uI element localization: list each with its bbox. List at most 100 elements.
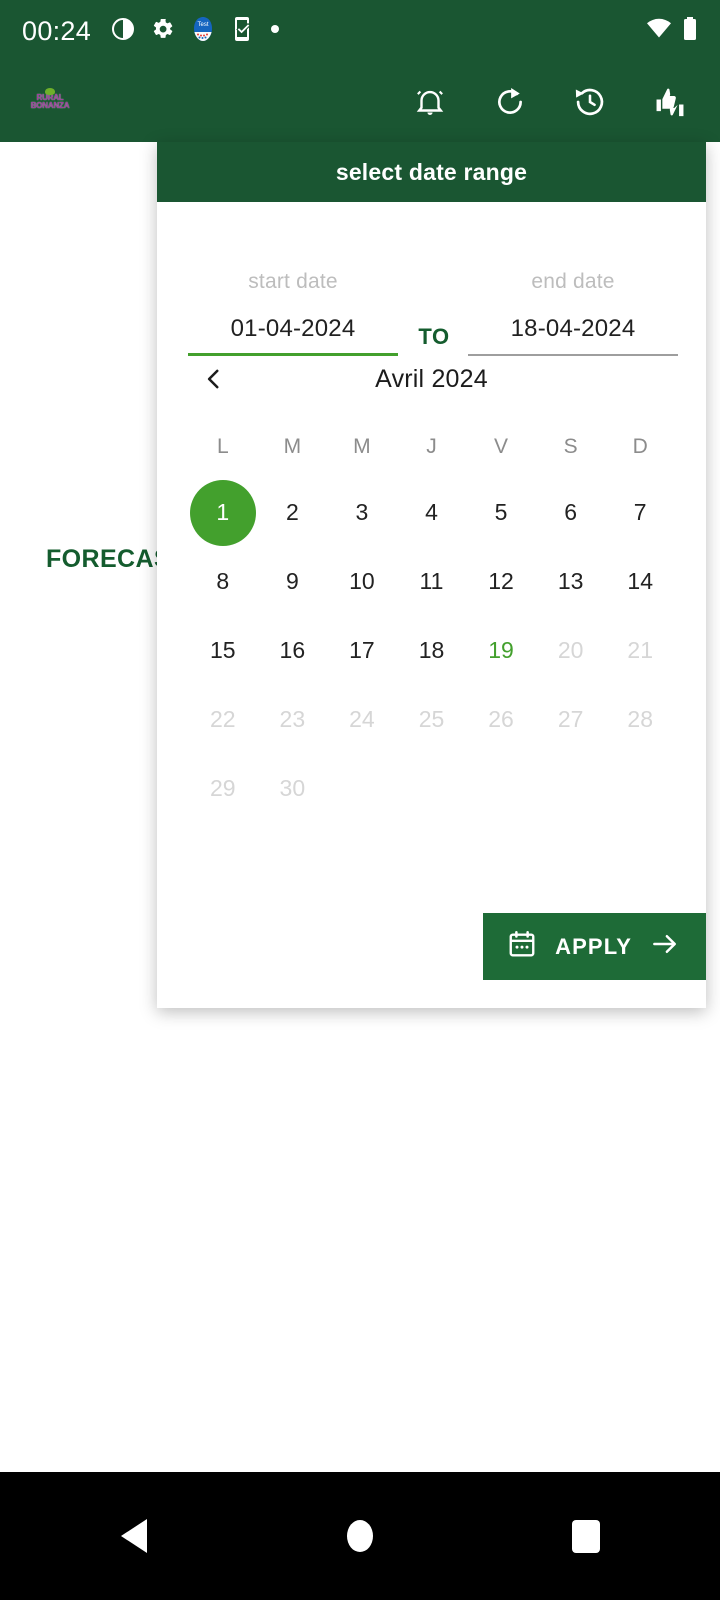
- calendar-day-number: 22: [209, 706, 236, 732]
- calendar-day-number: 15: [209, 637, 236, 663]
- forecast-section-title: FORECAS: [46, 545, 172, 573]
- calendar-day-11[interactable]: 11: [397, 547, 467, 616]
- weekday-label: S: [563, 435, 578, 458]
- end-date-label: end date: [531, 270, 615, 293]
- status-bar: 00:24 Test: [0, 0, 720, 62]
- calendar-icon: [507, 929, 537, 964]
- calendar-day-9[interactable]: 9: [258, 547, 328, 616]
- calendar-day-number: 6: [564, 499, 578, 525]
- calendar-day-number: 20: [557, 637, 584, 663]
- calendar-day-number: 27: [557, 706, 584, 732]
- calendar-day-number: 21: [627, 637, 653, 663]
- phone-check-icon: [231, 16, 253, 47]
- weekday-label: M: [353, 435, 371, 458]
- calendar-day-26: 26: [466, 685, 536, 754]
- notifications-icon[interactable]: [410, 82, 450, 122]
- calendar-weekday-row: LMMJVSD: [188, 416, 675, 478]
- calendar-day-29: 29: [188, 754, 258, 823]
- gear-icon: [151, 17, 175, 46]
- calendar-day-28: 28: [605, 685, 675, 754]
- nav-recents-button[interactable]: [558, 1508, 614, 1564]
- calendar-day-number: 28: [627, 706, 653, 732]
- calendar-day-12[interactable]: 12: [466, 547, 536, 616]
- dialog-header: select date range: [157, 142, 706, 202]
- calendar-day-number: 24: [349, 706, 375, 732]
- status-system-icons: [646, 16, 698, 47]
- calendar-day-17[interactable]: 17: [327, 616, 397, 685]
- calendar-day-number: 29: [209, 775, 236, 801]
- contrast-circle-icon: [111, 17, 135, 46]
- calendar-day-19[interactable]: 19: [466, 616, 536, 685]
- calendar-day-15[interactable]: 15: [188, 616, 258, 685]
- calendar-day-30: 30: [258, 754, 328, 823]
- calendar-header: Avril 2024: [188, 342, 675, 416]
- calendar-day-18[interactable]: 18: [397, 616, 467, 685]
- calendar-day-20: 20: [536, 616, 606, 685]
- date-range-fields: start date 01-04-2024 TO end date 18-04-…: [157, 202, 706, 356]
- nav-back-button[interactable]: [106, 1508, 162, 1564]
- calendar-day-number: 3: [355, 499, 369, 525]
- date-range-dialog: select date range start date 01-04-2024 …: [157, 142, 706, 1008]
- weekday-label: M: [283, 435, 302, 458]
- calendar-day-number: 23: [279, 706, 306, 732]
- calendar-day-number: 25: [418, 706, 445, 732]
- calendar-day-5[interactable]: 5: [466, 478, 536, 547]
- triangle-left-icon: [121, 1519, 147, 1553]
- calendar-day-27: 27: [536, 685, 606, 754]
- calendar-day-number: 4: [425, 499, 438, 525]
- android-nav-bar: [0, 1472, 720, 1600]
- arrow-right-icon: [650, 929, 680, 964]
- refresh-icon[interactable]: [490, 82, 530, 122]
- apply-button[interactable]: APPLY: [483, 913, 706, 980]
- calendar-day-number: 13: [557, 568, 584, 594]
- app-logo-text: RURAL BONANZA: [30, 93, 70, 110]
- status-notification-icons: Test: [111, 16, 281, 47]
- app-bar: RURAL BONANZA: [0, 62, 720, 142]
- calendar-day-grid: 1 2 3 4 5 6 7 8 9 10 11 12 13 14 15 16 17 18 19 20 21 22 23 24 2…: [188, 478, 675, 823]
- calendar-day-7[interactable]: 7: [605, 478, 675, 547]
- logo-leaf-icon: [45, 88, 55, 95]
- calendar-day-23: 23: [258, 685, 328, 754]
- calendar-day-21: 21: [605, 616, 675, 685]
- calendar-day-number: 19: [488, 637, 514, 663]
- calendar-day-16[interactable]: 16: [258, 616, 328, 685]
- calendar-day-8[interactable]: 8: [188, 547, 258, 616]
- status-clock: 00:24: [22, 15, 92, 46]
- dot-icon: [269, 22, 281, 40]
- calendar-day-22: 22: [188, 685, 258, 754]
- calendar-day-number: 17: [349, 637, 375, 663]
- start-date-label: start date: [248, 270, 338, 293]
- feedback-icon[interactable]: [650, 82, 690, 122]
- calendar-month-label: Avril 2024: [375, 364, 488, 393]
- calendar-day-number: 14: [627, 568, 653, 594]
- calendar-day-number: 16: [279, 637, 306, 663]
- calendar-day-13[interactable]: 13: [536, 547, 606, 616]
- calendar-day-number: 26: [488, 706, 514, 732]
- calendar-day-number: 8: [216, 568, 230, 594]
- calendar-day-10[interactable]: 10: [327, 547, 397, 616]
- calendar-day-2[interactable]: 2: [258, 478, 328, 547]
- dialog-title: select date range: [335, 158, 528, 185]
- calendar-day-number: 30: [279, 775, 306, 801]
- circle-icon: [347, 1520, 373, 1552]
- nav-home-button[interactable]: [332, 1508, 388, 1564]
- svg-text:Test: Test: [198, 22, 209, 28]
- calendar-day-3[interactable]: 3: [327, 478, 397, 547]
- history-icon[interactable]: [570, 82, 610, 122]
- calendar-day-1[interactable]: 1: [188, 478, 258, 547]
- calendar-day-4[interactable]: 4: [397, 478, 467, 547]
- calendar-day-number: 10: [349, 568, 375, 594]
- apply-button-container: APPLY: [483, 913, 706, 980]
- weekday-label: D: [632, 435, 648, 458]
- weekday-label: J: [426, 435, 437, 458]
- app-screen: 00:24 Test RURAL BONANZA FORECAS select …: [0, 0, 720, 1600]
- calendar-day-number: 1: [216, 499, 230, 525]
- app-logo[interactable]: RURAL BONANZA: [26, 88, 74, 115]
- wifi-icon: [646, 17, 672, 46]
- calendar-day-6[interactable]: 6: [536, 478, 606, 547]
- test-app-icon: Test: [191, 16, 215, 47]
- chevron-left-icon[interactable]: [192, 357, 236, 401]
- calendar-day-14[interactable]: 14: [605, 547, 675, 616]
- apply-button-label: APPLY: [555, 933, 632, 959]
- calendar-day-number: 2: [285, 499, 299, 525]
